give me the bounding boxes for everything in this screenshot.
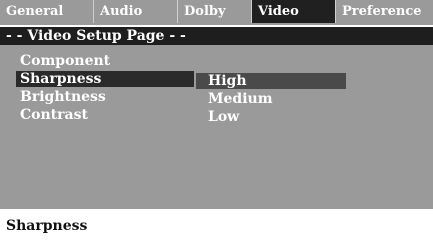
- tab-preference[interactable]: Preference: [336, 0, 433, 23]
- menu-item-brightness[interactable]: Brightness: [20, 89, 106, 105]
- option-high[interactable]: High: [196, 73, 346, 89]
- status-description: Sharpness: [0, 212, 433, 240]
- tab-bar: General Audio Dolby Video Preference: [0, 0, 433, 25]
- menu-item-contrast[interactable]: Contrast: [20, 107, 88, 123]
- tab-dolby[interactable]: Dolby: [178, 0, 252, 23]
- menu-item-sharpness[interactable]: Sharpness: [16, 71, 194, 87]
- option-low[interactable]: Low: [208, 109, 239, 125]
- page-title: - - Video Setup Page - -: [0, 27, 433, 45]
- menu-item-component[interactable]: Component: [20, 53, 110, 69]
- settings-panel: Component Sharpness Brightness Contrast …: [0, 45, 433, 209]
- option-medium[interactable]: Medium: [208, 91, 273, 107]
- tab-audio[interactable]: Audio: [94, 0, 178, 23]
- tab-video[interactable]: Video: [252, 0, 336, 23]
- tab-general[interactable]: General: [0, 0, 94, 23]
- video-setup-screen: General Audio Dolby Video Preference - -…: [0, 0, 433, 240]
